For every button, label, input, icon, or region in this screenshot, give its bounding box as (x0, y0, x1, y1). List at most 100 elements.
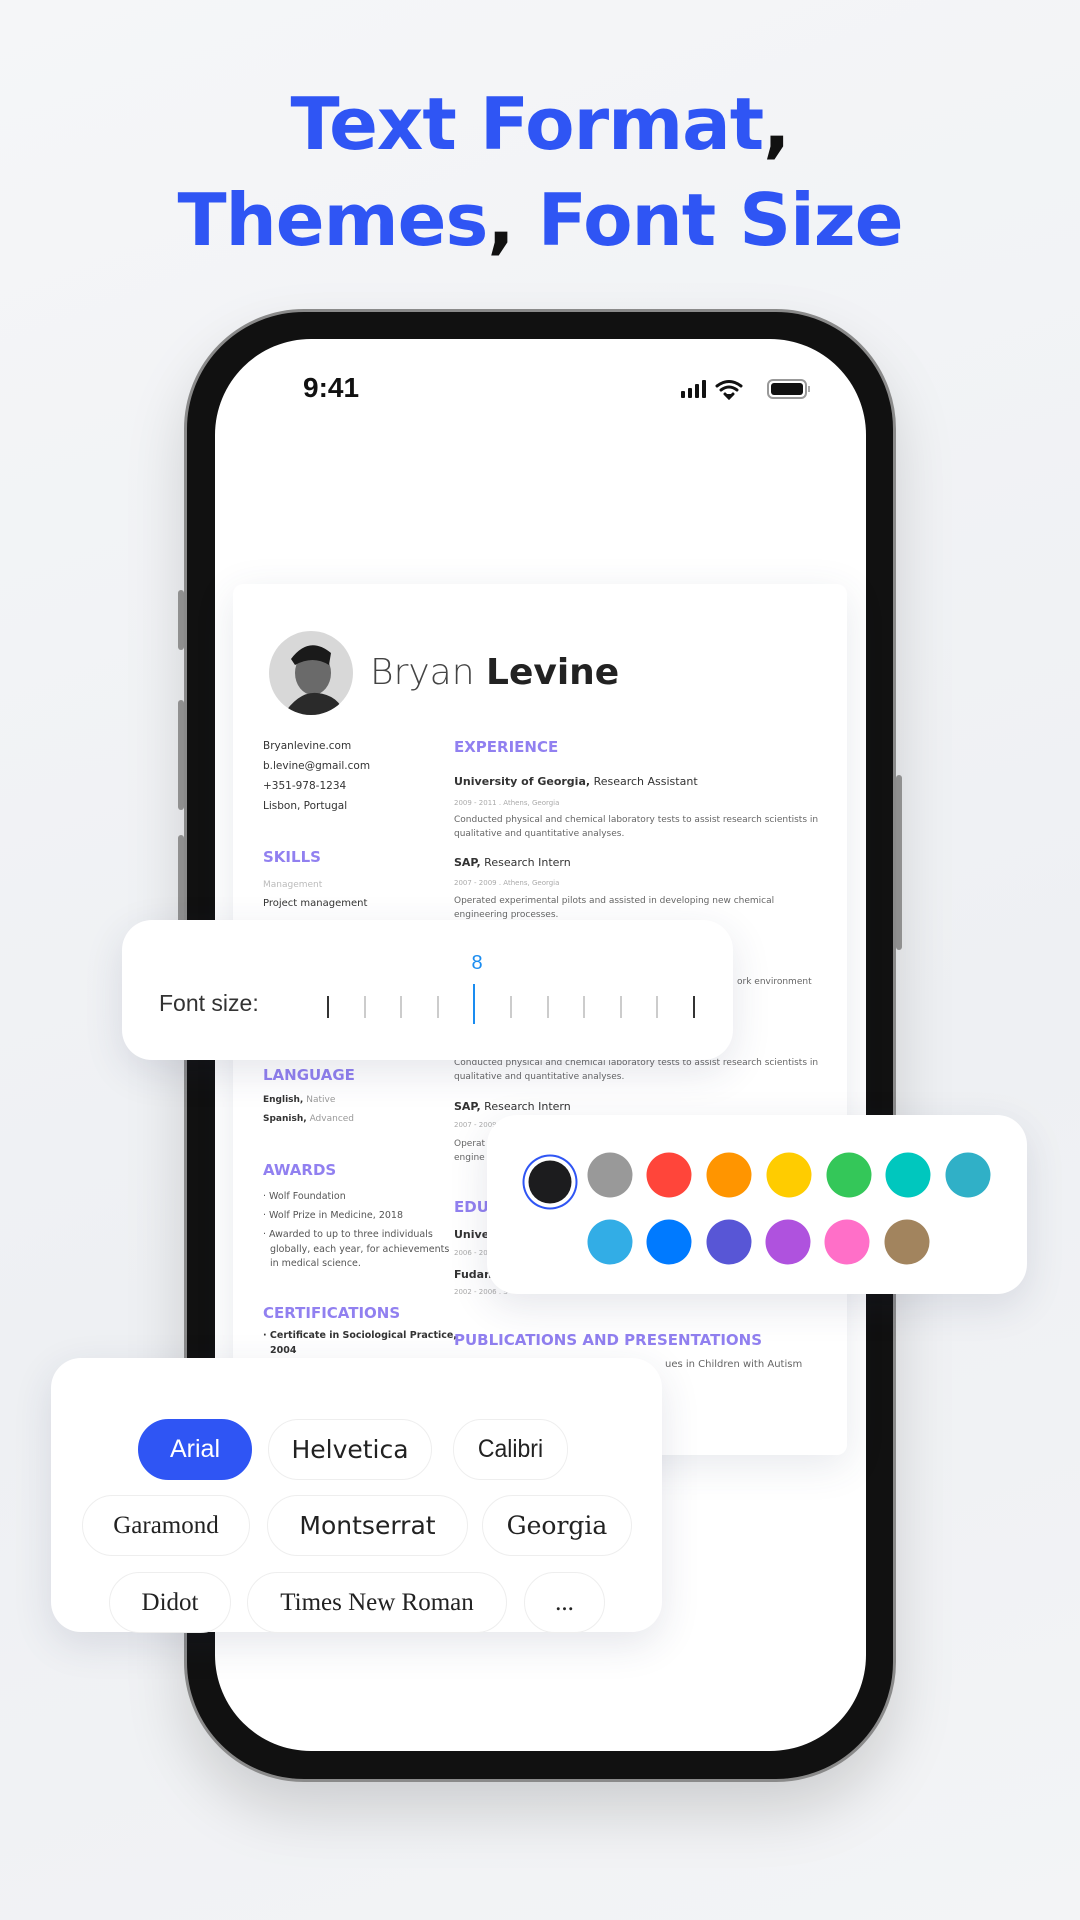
education-date: 2006 - 20 (454, 1249, 488, 1257)
color-swatch[interactable] (646, 1219, 692, 1265)
language-name: English, (263, 1095, 304, 1105)
avatar (269, 631, 353, 715)
job-role: Research Intern (484, 1100, 571, 1113)
language-list: English, Native Spanish, Advanced (263, 1091, 354, 1129)
education-org: Fudan (454, 1268, 492, 1281)
font-size-label: Font size: (159, 990, 259, 1016)
headline-line-1: Text Format, (0, 82, 1080, 166)
award-item: Wolf Prize in Medicine, 2018 (269, 1210, 403, 1221)
desc-line: qualitative and quantitative analyses. (454, 829, 625, 839)
skill-category: Management (263, 880, 323, 890)
color-swatch[interactable] (884, 1219, 929, 1265)
award-item: Awarded to up to three individuals (269, 1229, 433, 1240)
publication-partial: ues in Children with Autism (665, 1359, 803, 1370)
color-swatch[interactable] (945, 1152, 991, 1198)
headline-text: Font Size (537, 178, 904, 262)
slider-tick[interactable] (327, 996, 329, 1018)
status-time: 9:41 (303, 372, 360, 403)
font-chip-calibri[interactable]: Calibri (453, 1419, 568, 1480)
website: Bryanlevine.com (263, 740, 352, 752)
color-swatch[interactable] (706, 1219, 752, 1265)
location: Lisbon, Portugal (263, 800, 348, 812)
font-chip-times-new-roman[interactable]: Times New Roman (247, 1572, 507, 1633)
section-publications: PUBLICATIONS AND PRESENTATIONS (454, 1331, 763, 1349)
slider-tick[interactable] (363, 996, 366, 1018)
skill-item: Project management (263, 898, 368, 909)
job-date: 2009 - 2011 . Athens, Georgia (454, 799, 560, 807)
slider-tick[interactable] (400, 996, 403, 1018)
desc-line: engine (454, 1153, 485, 1163)
color-swatch[interactable] (826, 1152, 871, 1198)
slider-tick[interactable] (583, 996, 586, 1018)
color-swatch-selected[interactable] (528, 1160, 572, 1204)
comma: , (487, 178, 514, 262)
section-language: LANGUAGE (263, 1066, 355, 1084)
color-swatch[interactable] (824, 1219, 870, 1265)
slider-tick[interactable] (619, 996, 622, 1018)
slider-thumb[interactable] (473, 984, 476, 1024)
slider-tick[interactable] (656, 996, 659, 1018)
color-swatch[interactable] (766, 1152, 812, 1198)
awards-list: · Wolf Foundation · Wolf Prize in Medici… (263, 1191, 450, 1269)
color-swatch[interactable] (646, 1152, 692, 1198)
comma: , (763, 82, 790, 166)
color-swatch[interactable] (587, 1152, 633, 1198)
font-family-panel: Arial Helvetica Calibri Garamond Montserrat G… (51, 1358, 662, 1633)
slider-tick[interactable] (546, 996, 549, 1018)
certification-item: · Certificate in Sociological Practice, 2… (263, 1330, 457, 1356)
font-chip-arial[interactable]: Arial (138, 1419, 252, 1480)
font-chip-georgia[interactable]: Georgia (482, 1495, 632, 1556)
battery-icon (767, 379, 810, 399)
headline-text: Text Format (290, 82, 765, 166)
contact-list: Bryanlevine.com b.levine@gmail.com +351-… (263, 736, 370, 816)
job-desc: Conducted physical and chemical laborato… (454, 813, 818, 841)
certification-year: 2004 (270, 1345, 297, 1356)
certification-name: Certificate in Sociological Practice, (269, 1330, 457, 1341)
headline-text: Themes (177, 178, 488, 262)
email: b.levine@gmail.com (263, 760, 371, 772)
job-desc: Conducted physical and chemical laborato… (454, 1056, 818, 1084)
first-name: Bryan (370, 652, 475, 693)
phone-power-button (896, 775, 902, 950)
section-certifications: CERTIFICATIONS (263, 1304, 401, 1322)
color-swatch[interactable] (885, 1152, 931, 1198)
award-item-cont: in medical science. (270, 1258, 361, 1269)
job-org: University of Georgia, (454, 775, 591, 788)
language-name: Spanish, (263, 1114, 307, 1124)
font-chip-didot[interactable]: Didot (109, 1572, 231, 1633)
resume-name: Bryan Levine (370, 652, 619, 693)
last-name: Levine (486, 652, 620, 693)
wifi-icon (715, 380, 743, 400)
signal-icon (681, 380, 706, 398)
job-org: SAP, (454, 1100, 481, 1113)
slider-tick[interactable] (510, 996, 512, 1018)
section-skills: SKILLS (263, 848, 321, 866)
job-role: Research Intern (484, 856, 571, 869)
section-awards: AWARDS (263, 1161, 337, 1179)
desc-partial: ork environment (737, 977, 812, 987)
desc-line: Conducted physical and chemical laborato… (454, 815, 819, 825)
font-chip-garamond[interactable]: Garamond (82, 1495, 250, 1556)
phone: +351-978-1234 (263, 780, 347, 792)
slider-tick[interactable] (693, 996, 695, 1018)
job-date: 2007 - 2009 (454, 1121, 497, 1129)
color-swatch[interactable] (706, 1152, 752, 1198)
font-chip-more[interactable]: ... (524, 1572, 605, 1633)
font-chip-montserrat[interactable]: Montserrat (267, 1495, 468, 1556)
job-date: 2007 - 2009 . Athens, Georgia (454, 879, 560, 887)
job-title: University of Georgia, Research Assistan… (454, 775, 698, 788)
job-title: SAP, Research Intern (454, 1100, 571, 1113)
slider-tick[interactable] (436, 996, 439, 1018)
color-picker-panel (487, 1115, 1027, 1294)
education-org: Unive (454, 1228, 490, 1241)
job-desc: Operated experimental pilots and assiste… (454, 894, 774, 922)
color-swatch[interactable] (765, 1219, 811, 1265)
section-experience: EXPERIENCE (454, 738, 559, 756)
language-level: Advanced (309, 1114, 355, 1124)
color-swatch[interactable] (587, 1219, 633, 1265)
status-icons (681, 379, 810, 400)
font-chip-helvetica[interactable]: Helvetica (268, 1419, 432, 1480)
headline-line-2: Themes, Font Size (0, 178, 1080, 262)
job-org: SAP, (454, 856, 481, 869)
desc-line: qualitative and quantitative analyses. (454, 1072, 625, 1082)
